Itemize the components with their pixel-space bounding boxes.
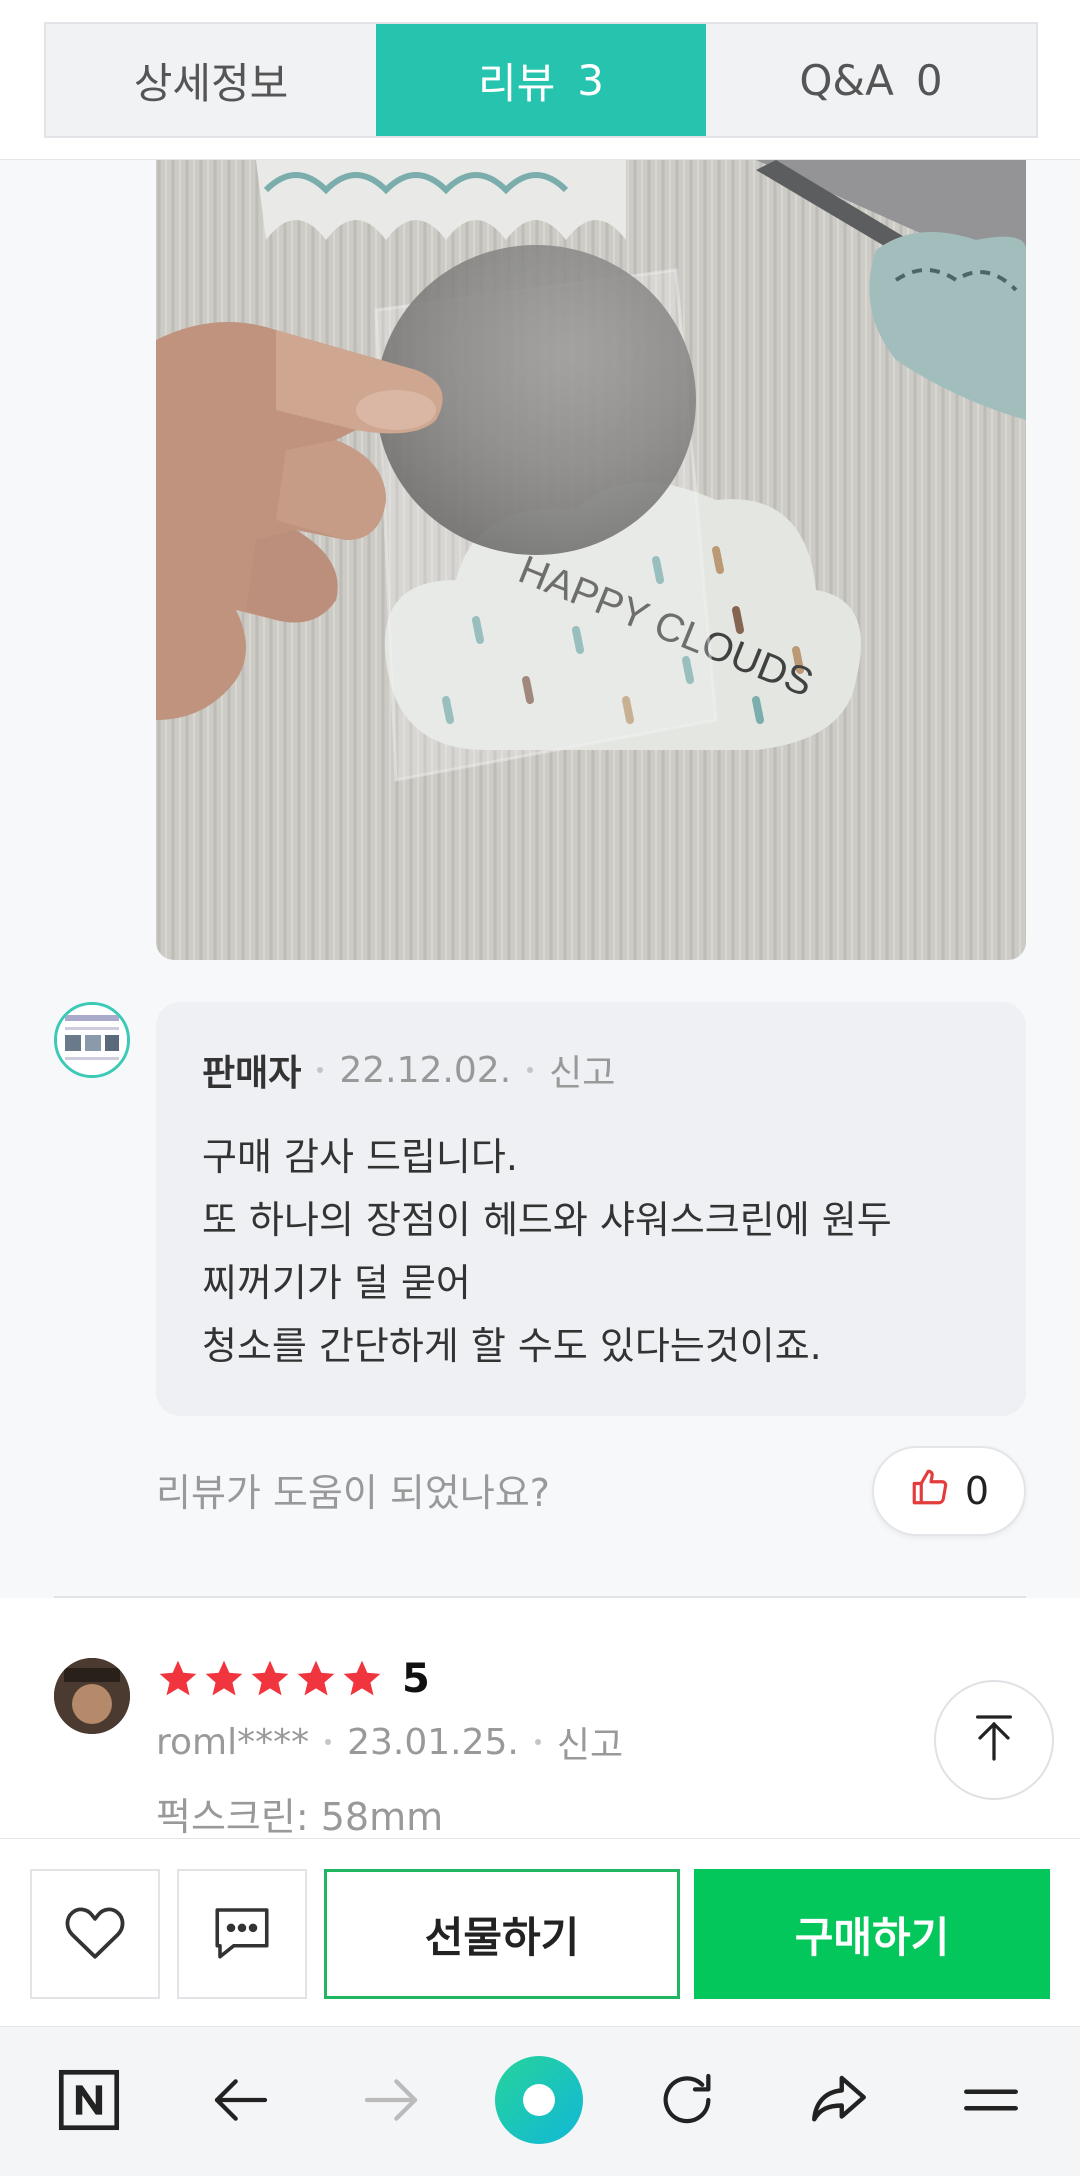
rating-stars: 5 bbox=[156, 1656, 430, 1702]
review-photo[interactable]: HAPPY CLOUDS bbox=[156, 160, 1026, 960]
menu-icon bbox=[958, 2067, 1024, 2137]
helpful-count: 0 bbox=[964, 1469, 990, 1513]
tab-details-label: 상세정보 bbox=[133, 58, 289, 108]
share-icon bbox=[806, 2067, 872, 2137]
reply-line: 구매 감사 드립니다. bbox=[202, 1135, 518, 1179]
separator-dot bbox=[534, 1739, 541, 1745]
tab-qna-label: Q&A bbox=[799, 55, 894, 105]
rating-value: 5 bbox=[402, 1656, 430, 1702]
tab-bar: 상세정보 리뷰 3 Q&A 0 bbox=[0, 0, 1080, 160]
buy-button[interactable]: 구매하기 bbox=[694, 1869, 1050, 1999]
gift-button[interactable]: 선물하기 bbox=[324, 1869, 680, 1999]
menu-button[interactable] bbox=[946, 2057, 1036, 2147]
chat-icon bbox=[209, 1899, 275, 1969]
separator-dot bbox=[527, 1067, 534, 1073]
forward-button[interactable] bbox=[346, 2057, 436, 2147]
reply-line: 청소를 간단하게 할 수도 있다는것이죠. bbox=[202, 1324, 822, 1368]
naver-icon bbox=[54, 2065, 124, 2139]
talk-button[interactable] bbox=[177, 1869, 307, 1999]
back-button[interactable] bbox=[196, 2057, 286, 2147]
naver-home-button[interactable] bbox=[44, 2057, 134, 2147]
tab-qna[interactable]: Q&A 0 bbox=[706, 24, 1036, 136]
star-icon bbox=[343, 1660, 381, 1696]
tab-details[interactable]: 상세정보 bbox=[46, 24, 376, 136]
tab-reviews-count: 3 bbox=[577, 55, 604, 105]
green-dot-button[interactable] bbox=[493, 2054, 585, 2150]
share-button[interactable] bbox=[794, 2057, 884, 2147]
reply-line: 찌꺼기가 덜 묻어 bbox=[202, 1261, 471, 1305]
review-meta: roml**** 23.01.25. 신고 bbox=[156, 1716, 623, 1768]
reply-line: 또 하나의 장점이 헤드와 샤워스크린에 원두 bbox=[202, 1198, 892, 1242]
page: 상세정보 리뷰 3 Q&A 0 HAPPY CLOUDS 판매자 22.12.0… bbox=[0, 0, 1080, 2176]
forward-arrow-icon bbox=[359, 2068, 423, 2136]
browser-nav-bar bbox=[0, 2026, 1080, 2176]
star-icon bbox=[297, 1660, 335, 1696]
tab-qna-count: 0 bbox=[915, 55, 943, 105]
review-report-link[interactable]: 신고 bbox=[557, 1716, 623, 1768]
arrow-up-icon bbox=[966, 1710, 1022, 1770]
separator-dot bbox=[317, 1067, 324, 1073]
star-icon bbox=[205, 1660, 243, 1696]
separator-dot bbox=[325, 1739, 332, 1745]
seller-reply: 판매자 22.12.02. 신고 구매 감사 드립니다. 또 하나의 장점이 헤… bbox=[156, 1002, 1026, 1416]
purchase-bar: 선물하기 구매하기 bbox=[0, 1838, 1080, 2026]
review-user: roml**** bbox=[156, 1721, 310, 1763]
home-circle-icon bbox=[493, 2054, 585, 2150]
thumbs-up-icon bbox=[909, 1466, 951, 1517]
tab-reviews-label: 리뷰 bbox=[477, 58, 556, 108]
tab-reviews[interactable]: 리뷰 3 bbox=[376, 24, 706, 136]
reply-text: 구매 감사 드립니다. 또 하나의 장점이 헤드와 샤워스크린에 원두 찌꺼기가… bbox=[202, 1126, 980, 1378]
helpful-question: 리뷰가 도움이 되었나요? bbox=[156, 1471, 550, 1515]
review-date: 23.01.25. bbox=[347, 1721, 519, 1763]
refresh-button[interactable] bbox=[642, 2057, 732, 2147]
scroll-top-button[interactable] bbox=[934, 1680, 1054, 1800]
tabs: 상세정보 리뷰 3 Q&A 0 bbox=[44, 22, 1038, 138]
reply-report-link[interactable]: 신고 bbox=[549, 1044, 615, 1096]
reply-date: 22.12.02. bbox=[339, 1049, 512, 1091]
refresh-icon bbox=[655, 2068, 719, 2136]
seller-avatar bbox=[54, 1002, 130, 1078]
reply-meta: 판매자 22.12.02. 신고 bbox=[202, 1044, 980, 1096]
reply-author: 판매자 bbox=[202, 1053, 302, 1094]
wishlist-button[interactable] bbox=[30, 1869, 160, 1999]
reviewer-avatar bbox=[54, 1658, 130, 1734]
helpful-like-button[interactable]: 0 bbox=[872, 1446, 1026, 1536]
review-option: 퍽스크린: 58mm bbox=[156, 1795, 444, 1839]
heart-icon bbox=[60, 1897, 130, 1971]
star-icon bbox=[159, 1660, 197, 1696]
back-arrow-icon bbox=[209, 2068, 273, 2136]
star-icon bbox=[251, 1660, 289, 1696]
